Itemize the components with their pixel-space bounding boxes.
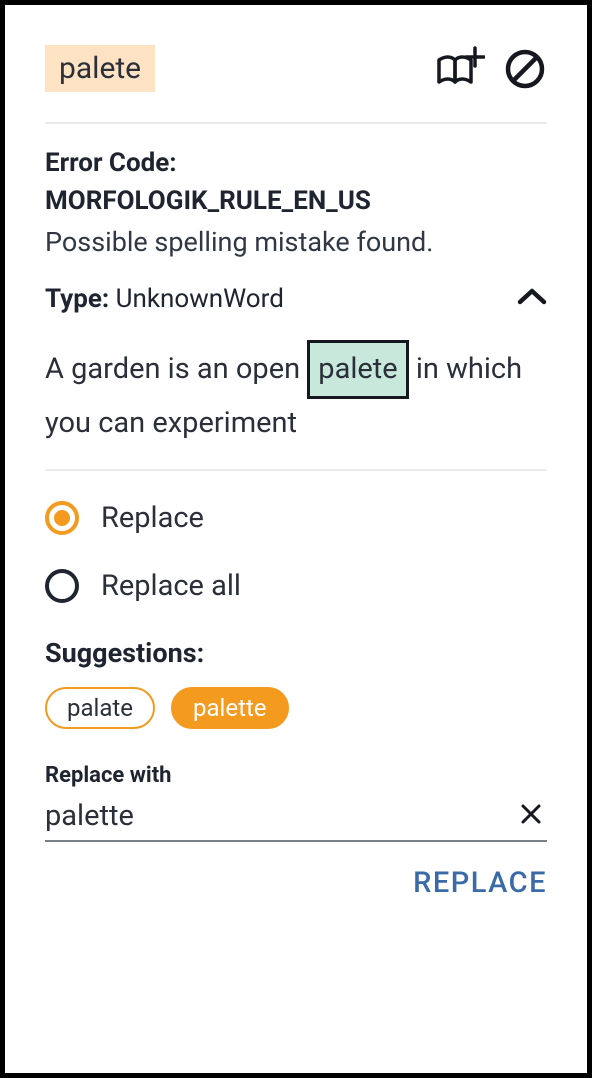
error-message: Possible spelling mistake found. bbox=[45, 226, 547, 258]
type-value: UnknownWord bbox=[116, 284, 284, 314]
replace-mode-group: Replace Replace all bbox=[45, 501, 547, 603]
divider bbox=[45, 122, 547, 124]
radio-replace-all[interactable]: Replace all bbox=[45, 569, 547, 603]
suggestion-chip[interactable]: palette bbox=[171, 687, 289, 729]
action-row: REPLACE bbox=[45, 866, 547, 900]
radio-icon bbox=[45, 501, 79, 535]
context-before: A garden is an open bbox=[45, 352, 307, 386]
replace-with-row bbox=[45, 798, 547, 842]
suggestions-label: Suggestions: bbox=[45, 637, 547, 669]
replace-with-input[interactable] bbox=[45, 799, 515, 833]
flagged-word-chip: palete bbox=[45, 45, 155, 92]
suggestions-row: palate palette bbox=[45, 687, 547, 729]
radio-replace[interactable]: Replace bbox=[45, 501, 547, 535]
collapse-chevron-icon[interactable] bbox=[517, 287, 547, 311]
context-highlight: palete bbox=[307, 340, 408, 399]
error-code-label: Error Code: bbox=[45, 148, 547, 178]
type-label: Type: UnknownWord bbox=[45, 284, 284, 314]
type-row: Type: UnknownWord bbox=[45, 284, 547, 314]
ignore-icon[interactable] bbox=[503, 47, 547, 91]
suggestion-chip[interactable]: palate bbox=[45, 687, 155, 729]
type-label-key: Type: bbox=[45, 284, 109, 314]
radio-replace-label: Replace bbox=[101, 501, 204, 535]
error-code-value: MORFOLOGIK_RULE_EN_US bbox=[45, 186, 547, 216]
add-to-dictionary-icon[interactable] bbox=[435, 46, 485, 92]
header-icons bbox=[435, 46, 547, 92]
spellcheck-panel: palete Error Code: bbox=[0, 0, 592, 1078]
clear-input-icon[interactable] bbox=[515, 798, 547, 834]
context-sentence: A garden is an open palete in which you … bbox=[45, 340, 547, 449]
replace-with-label: Replace with bbox=[45, 763, 547, 788]
radio-replace-all-label: Replace all bbox=[101, 569, 241, 603]
replace-button[interactable]: REPLACE bbox=[413, 866, 547, 900]
radio-icon bbox=[45, 569, 79, 603]
header-row: palete bbox=[45, 45, 547, 92]
divider bbox=[45, 469, 547, 471]
